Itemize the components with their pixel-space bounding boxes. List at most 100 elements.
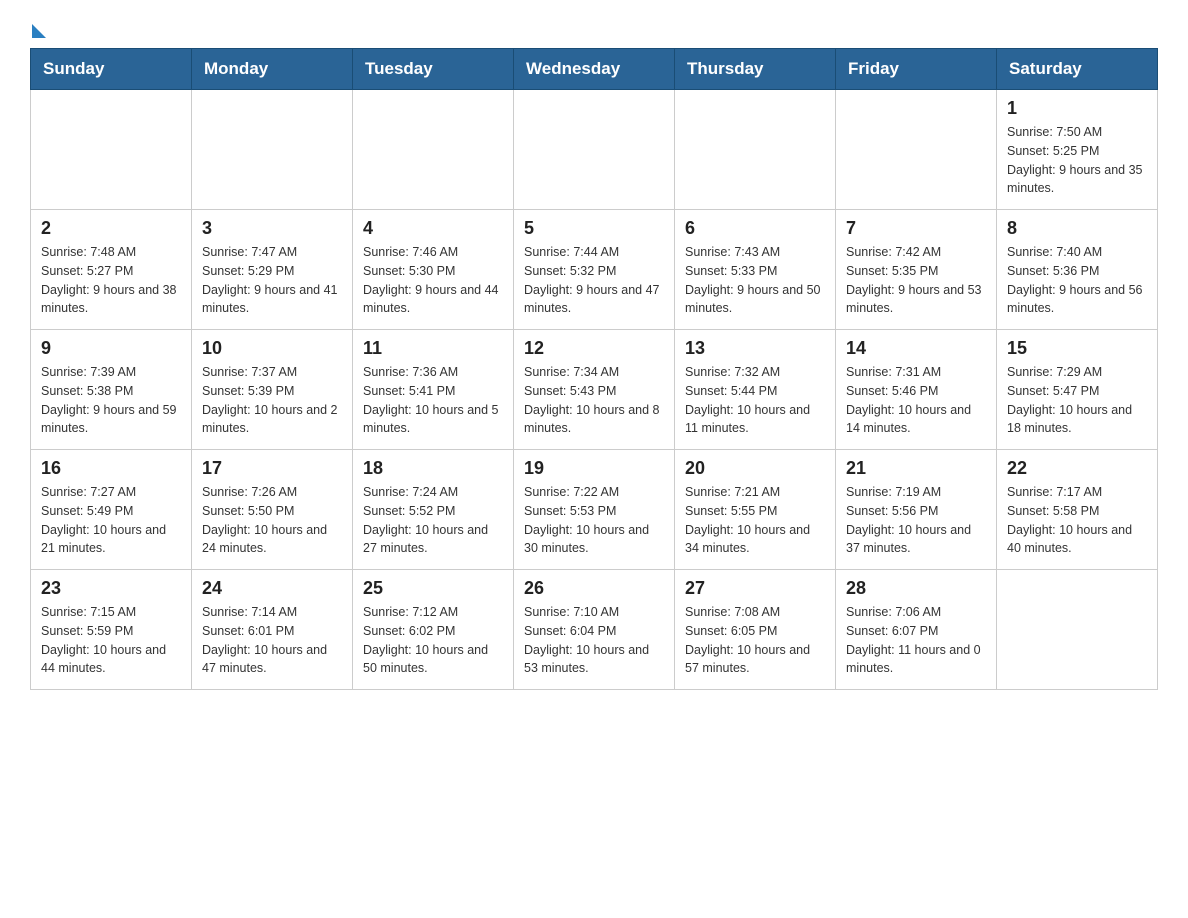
day-info: Sunrise: 7:14 AM Sunset: 6:01 PM Dayligh… bbox=[202, 603, 342, 678]
calendar-cell bbox=[353, 90, 514, 210]
day-info: Sunrise: 7:06 AM Sunset: 6:07 PM Dayligh… bbox=[846, 603, 986, 678]
calendar-cell: 3 Sunrise: 7:47 AM Sunset: 5:29 PM Daylig… bbox=[192, 210, 353, 330]
calendar-cell: 27 Sunrise: 7:08 AM Sunset: 6:05 PM Dayli… bbox=[675, 570, 836, 690]
calendar-cell: 8 Sunrise: 7:40 AM Sunset: 5:36 PM Daylig… bbox=[997, 210, 1158, 330]
logo-arrow-icon bbox=[32, 24, 46, 38]
day-info: Sunrise: 7:32 AM Sunset: 5:44 PM Dayligh… bbox=[685, 363, 825, 438]
col-thursday: Thursday bbox=[675, 49, 836, 90]
calendar-cell: 4 Sunrise: 7:46 AM Sunset: 5:30 PM Daylig… bbox=[353, 210, 514, 330]
day-info: Sunrise: 7:15 AM Sunset: 5:59 PM Dayligh… bbox=[41, 603, 181, 678]
day-info: Sunrise: 7:08 AM Sunset: 6:05 PM Dayligh… bbox=[685, 603, 825, 678]
day-number: 4 bbox=[363, 218, 503, 239]
calendar-cell: 24 Sunrise: 7:14 AM Sunset: 6:01 PM Dayli… bbox=[192, 570, 353, 690]
calendar-cell bbox=[31, 90, 192, 210]
day-info: Sunrise: 7:12 AM Sunset: 6:02 PM Dayligh… bbox=[363, 603, 503, 678]
calendar-cell: 26 Sunrise: 7:10 AM Sunset: 6:04 PM Dayli… bbox=[514, 570, 675, 690]
day-number: 20 bbox=[685, 458, 825, 479]
calendar-table: Sunday Monday Tuesday Wednesday Thursday… bbox=[30, 48, 1158, 690]
day-info: Sunrise: 7:27 AM Sunset: 5:49 PM Dayligh… bbox=[41, 483, 181, 558]
day-info: Sunrise: 7:44 AM Sunset: 5:32 PM Dayligh… bbox=[524, 243, 664, 318]
week-row-4: 16 Sunrise: 7:27 AM Sunset: 5:49 PM Dayli… bbox=[31, 450, 1158, 570]
calendar-cell: 19 Sunrise: 7:22 AM Sunset: 5:53 PM Dayli… bbox=[514, 450, 675, 570]
day-number: 24 bbox=[202, 578, 342, 599]
calendar-cell: 1 Sunrise: 7:50 AM Sunset: 5:25 PM Daylig… bbox=[997, 90, 1158, 210]
day-info: Sunrise: 7:19 AM Sunset: 5:56 PM Dayligh… bbox=[846, 483, 986, 558]
day-number: 8 bbox=[1007, 218, 1147, 239]
calendar-cell: 17 Sunrise: 7:26 AM Sunset: 5:50 PM Dayli… bbox=[192, 450, 353, 570]
calendar-cell: 25 Sunrise: 7:12 AM Sunset: 6:02 PM Dayli… bbox=[353, 570, 514, 690]
calendar-cell: 14 Sunrise: 7:31 AM Sunset: 5:46 PM Dayli… bbox=[836, 330, 997, 450]
day-info: Sunrise: 7:36 AM Sunset: 5:41 PM Dayligh… bbox=[363, 363, 503, 438]
day-number: 9 bbox=[41, 338, 181, 359]
day-info: Sunrise: 7:34 AM Sunset: 5:43 PM Dayligh… bbox=[524, 363, 664, 438]
day-info: Sunrise: 7:22 AM Sunset: 5:53 PM Dayligh… bbox=[524, 483, 664, 558]
day-number: 12 bbox=[524, 338, 664, 359]
week-row-1: 1 Sunrise: 7:50 AM Sunset: 5:25 PM Daylig… bbox=[31, 90, 1158, 210]
day-info: Sunrise: 7:47 AM Sunset: 5:29 PM Dayligh… bbox=[202, 243, 342, 318]
day-info: Sunrise: 7:31 AM Sunset: 5:46 PM Dayligh… bbox=[846, 363, 986, 438]
calendar-cell bbox=[675, 90, 836, 210]
day-number: 6 bbox=[685, 218, 825, 239]
col-wednesday: Wednesday bbox=[514, 49, 675, 90]
day-number: 28 bbox=[846, 578, 986, 599]
day-info: Sunrise: 7:24 AM Sunset: 5:52 PM Dayligh… bbox=[363, 483, 503, 558]
calendar-cell bbox=[836, 90, 997, 210]
day-number: 23 bbox=[41, 578, 181, 599]
day-info: Sunrise: 7:48 AM Sunset: 5:27 PM Dayligh… bbox=[41, 243, 181, 318]
day-number: 26 bbox=[524, 578, 664, 599]
day-info: Sunrise: 7:26 AM Sunset: 5:50 PM Dayligh… bbox=[202, 483, 342, 558]
calendar-cell: 28 Sunrise: 7:06 AM Sunset: 6:07 PM Dayli… bbox=[836, 570, 997, 690]
calendar-cell: 11 Sunrise: 7:36 AM Sunset: 5:41 PM Dayli… bbox=[353, 330, 514, 450]
day-info: Sunrise: 7:17 AM Sunset: 5:58 PM Dayligh… bbox=[1007, 483, 1147, 558]
day-info: Sunrise: 7:29 AM Sunset: 5:47 PM Dayligh… bbox=[1007, 363, 1147, 438]
calendar-cell: 16 Sunrise: 7:27 AM Sunset: 5:49 PM Dayli… bbox=[31, 450, 192, 570]
calendar-cell bbox=[997, 570, 1158, 690]
calendar-cell: 2Sunrise: 7:48 AM Sunset: 5:27 PM Daylig… bbox=[31, 210, 192, 330]
day-number: 17 bbox=[202, 458, 342, 479]
calendar-cell: 6 Sunrise: 7:43 AM Sunset: 5:33 PM Daylig… bbox=[675, 210, 836, 330]
day-number: 7 bbox=[846, 218, 986, 239]
week-row-3: 9 Sunrise: 7:39 AM Sunset: 5:38 PM Daylig… bbox=[31, 330, 1158, 450]
calendar-cell: 9 Sunrise: 7:39 AM Sunset: 5:38 PM Daylig… bbox=[31, 330, 192, 450]
day-number: 13 bbox=[685, 338, 825, 359]
day-number: 25 bbox=[363, 578, 503, 599]
day-number: 5 bbox=[524, 218, 664, 239]
calendar-cell bbox=[514, 90, 675, 210]
day-number: 16 bbox=[41, 458, 181, 479]
calendar-cell: 10Sunrise: 7:37 AM Sunset: 5:39 PM Dayli… bbox=[192, 330, 353, 450]
day-number: 10 bbox=[202, 338, 342, 359]
col-friday: Friday bbox=[836, 49, 997, 90]
day-info: Sunrise: 7:40 AM Sunset: 5:36 PM Dayligh… bbox=[1007, 243, 1147, 318]
day-number: 27 bbox=[685, 578, 825, 599]
day-info: Sunrise: 7:42 AM Sunset: 5:35 PM Dayligh… bbox=[846, 243, 986, 318]
calendar-cell: 12 Sunrise: 7:34 AM Sunset: 5:43 PM Dayli… bbox=[514, 330, 675, 450]
calendar-cell: 20 Sunrise: 7:21 AM Sunset: 5:55 PM Dayli… bbox=[675, 450, 836, 570]
day-number: 1 bbox=[1007, 98, 1147, 119]
day-number: 3 bbox=[202, 218, 342, 239]
col-sunday: Sunday bbox=[31, 49, 192, 90]
day-info: Sunrise: 7:46 AM Sunset: 5:30 PM Dayligh… bbox=[363, 243, 503, 318]
week-row-5: 23 Sunrise: 7:15 AM Sunset: 5:59 PM Dayli… bbox=[31, 570, 1158, 690]
day-number: 18 bbox=[363, 458, 503, 479]
col-saturday: Saturday bbox=[997, 49, 1158, 90]
calendar-header-row: Sunday Monday Tuesday Wednesday Thursday… bbox=[31, 49, 1158, 90]
calendar-cell: 7 Sunrise: 7:42 AM Sunset: 5:35 PM Daylig… bbox=[836, 210, 997, 330]
day-info: Sunrise: 7:50 AM Sunset: 5:25 PM Dayligh… bbox=[1007, 123, 1147, 198]
calendar-cell: 22 Sunrise: 7:17 AM Sunset: 5:58 PM Dayli… bbox=[997, 450, 1158, 570]
col-tuesday: Tuesday bbox=[353, 49, 514, 90]
day-info: Sunrise: 7:39 AM Sunset: 5:38 PM Dayligh… bbox=[41, 363, 181, 438]
day-number: 15 bbox=[1007, 338, 1147, 359]
day-number: 19 bbox=[524, 458, 664, 479]
page-header bbox=[30, 20, 1158, 38]
day-info: Sunrise: 7:10 AM Sunset: 6:04 PM Dayligh… bbox=[524, 603, 664, 678]
day-number: 22 bbox=[1007, 458, 1147, 479]
col-monday: Monday bbox=[192, 49, 353, 90]
calendar-cell: 13 Sunrise: 7:32 AM Sunset: 5:44 PM Dayli… bbox=[675, 330, 836, 450]
day-number: 14 bbox=[846, 338, 986, 359]
day-info: Sunrise: 7:21 AM Sunset: 5:55 PM Dayligh… bbox=[685, 483, 825, 558]
week-row-2: 2Sunrise: 7:48 AM Sunset: 5:27 PM Daylig… bbox=[31, 210, 1158, 330]
day-info: Sunrise: 7:43 AM Sunset: 5:33 PM Dayligh… bbox=[685, 243, 825, 318]
calendar-cell: 18 Sunrise: 7:24 AM Sunset: 5:52 PM Dayli… bbox=[353, 450, 514, 570]
calendar-cell bbox=[192, 90, 353, 210]
day-number: 11 bbox=[363, 338, 503, 359]
